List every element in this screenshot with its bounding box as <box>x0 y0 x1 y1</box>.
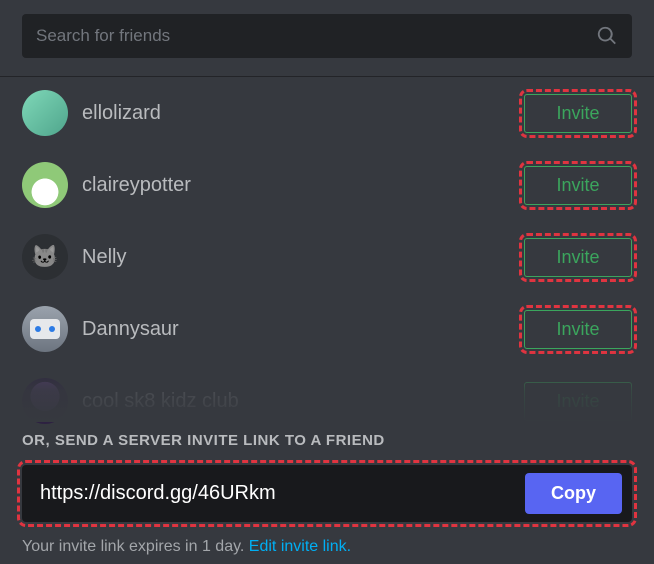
search-bar[interactable] <box>22 14 632 58</box>
invite-button[interactable]: Invite <box>524 94 632 133</box>
friend-name: Dannysaur <box>82 318 510 341</box>
friend-name: claireypotter <box>82 174 510 197</box>
friend-list: ellolizard Invite claireypotter Invite 🐱 Nell… <box>0 77 654 437</box>
or-send-label: OR, SEND A SERVER INVITE LINK TO A FRIEN… <box>22 432 632 449</box>
edit-invite-link[interactable]: Edit invite link. <box>249 538 351 555</box>
invite-button[interactable]: Invite <box>524 166 632 205</box>
friend-name: Nelly <box>82 246 510 269</box>
expire-text: Your invite link expires in 1 day. Edit … <box>22 538 632 556</box>
avatar <box>22 306 68 352</box>
invite-link-input[interactable] <box>40 482 525 505</box>
search-icon <box>596 25 618 47</box>
invite-button[interactable]: Invite <box>524 310 632 349</box>
avatar <box>22 162 68 208</box>
friend-row: 🐱 Nelly Invite <box>22 221 632 293</box>
invite-link-box: Copy <box>22 465 632 522</box>
invite-link-section: OR, SEND A SERVER INVITE LINK TO A FRIEN… <box>0 424 654 564</box>
invite-button[interactable]: Invite <box>524 382 632 421</box>
avatar <box>22 378 68 424</box>
expire-message: Your invite link expires in 1 day. <box>22 538 249 555</box>
copy-button[interactable]: Copy <box>525 473 622 514</box>
search-bar-container <box>0 0 654 77</box>
friend-row: claireypotter Invite <box>22 149 632 221</box>
invite-button[interactable]: Invite <box>524 238 632 277</box>
search-input[interactable] <box>36 26 596 46</box>
avatar: 🐱 <box>22 234 68 280</box>
avatar <box>22 90 68 136</box>
friend-row: ellolizard Invite <box>22 77 632 149</box>
friend-name: cool sk8 kidz club <box>82 390 510 413</box>
friend-row: Dannysaur Invite <box>22 293 632 365</box>
friend-name: ellolizard <box>82 102 510 125</box>
